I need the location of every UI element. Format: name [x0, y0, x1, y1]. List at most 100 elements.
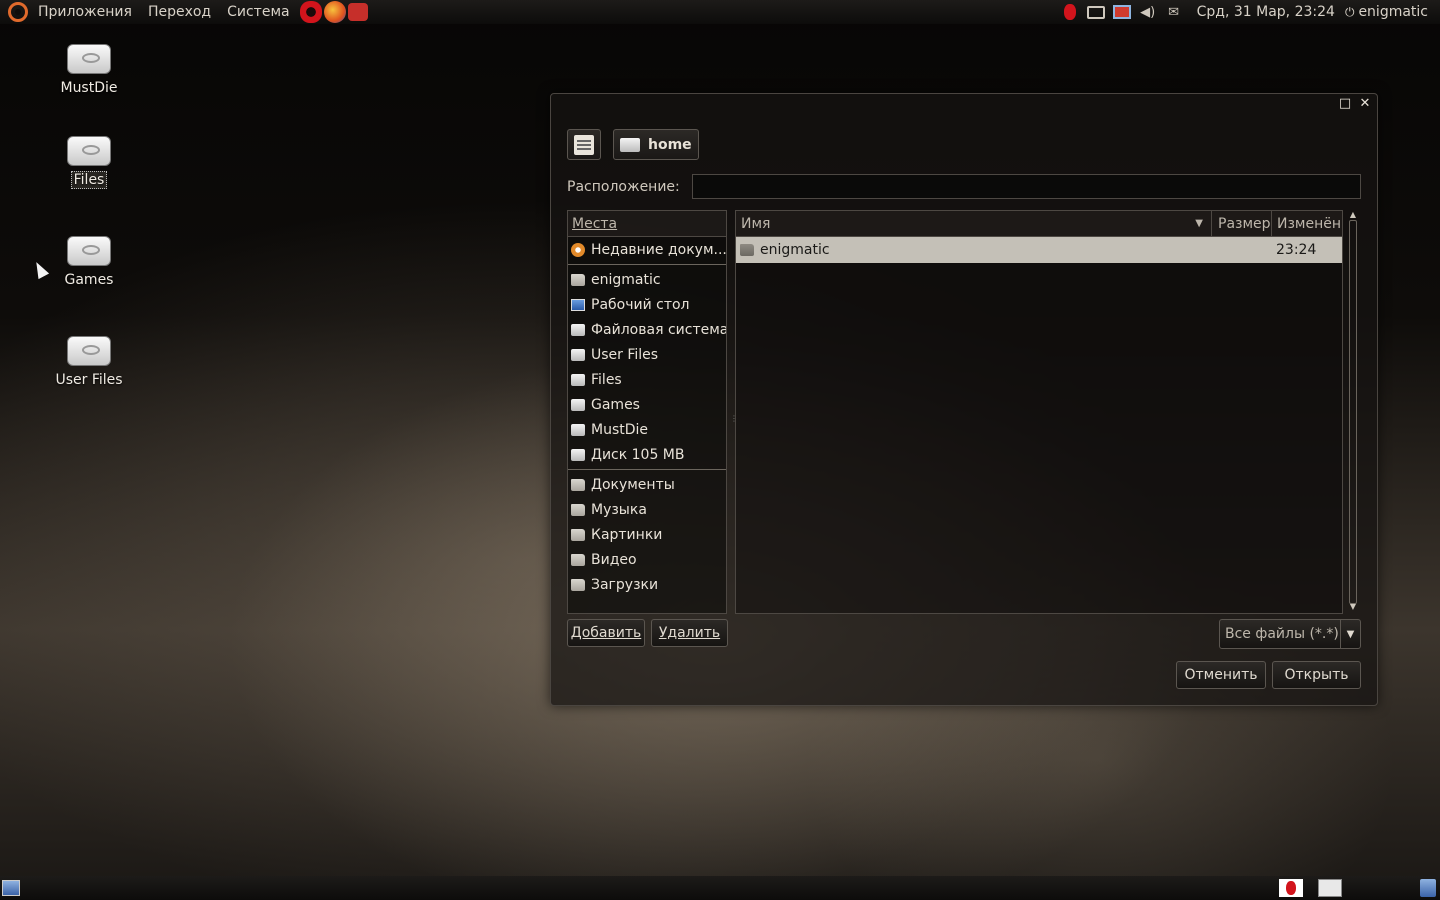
- remove-place-button[interactable]: Удалить: [651, 619, 728, 647]
- place-filesystem[interactable]: Файловая система: [568, 317, 726, 342]
- place-label: Видео: [591, 551, 637, 568]
- window-list-icon[interactable]: [1318, 879, 1342, 897]
- drive-icon: [571, 423, 585, 436]
- place-user-files[interactable]: User Files: [568, 342, 726, 367]
- phone-icon[interactable]: [347, 3, 368, 21]
- place-recent[interactable]: Недавние докум...: [568, 237, 726, 262]
- maximize-icon[interactable]: □: [1337, 96, 1353, 112]
- files-pane: Имя ▼ Размер Изменён enigmatic 23:24: [735, 210, 1343, 614]
- place-label: Файловая система: [591, 321, 726, 338]
- add-place-button[interactable]: Добавить: [567, 619, 645, 647]
- bottom-panel: [0, 876, 1440, 900]
- desktop-icon-files[interactable]: Files: [34, 136, 144, 189]
- opera-taskbar-icon[interactable]: [1279, 879, 1303, 897]
- place-videos[interactable]: Видео: [568, 547, 726, 572]
- location-label: Расположение:: [567, 178, 680, 195]
- place-desktop[interactable]: Рабочий стол: [568, 292, 726, 317]
- folder-icon: [571, 503, 585, 516]
- column-size[interactable]: Размер: [1212, 211, 1272, 236]
- desktop-icon-label: User Files: [55, 372, 123, 388]
- file-name: enigmatic: [760, 242, 830, 258]
- scroll-up-icon[interactable]: ▲: [1346, 210, 1360, 219]
- place-music[interactable]: Музыка: [568, 497, 726, 522]
- folder-icon: [571, 578, 585, 591]
- drive-icon: [571, 323, 585, 336]
- drive-icon: [67, 336, 111, 366]
- place-pictures[interactable]: Картинки: [568, 522, 726, 547]
- menu-system[interactable]: Система: [219, 0, 297, 24]
- menu-places[interactable]: Переход: [140, 0, 219, 24]
- volume-icon[interactable]: ◀): [1137, 4, 1159, 20]
- firefox-icon[interactable]: [323, 1, 346, 23]
- file-name-cell: enigmatic: [736, 242, 1212, 258]
- location-input[interactable]: [691, 174, 1361, 199]
- file-modified-cell: 23:24: [1276, 242, 1317, 258]
- ubuntu-logo-icon[interactable]: [8, 2, 28, 22]
- top-panel: Приложения Переход Система ◀) ✉ Срд, 31 …: [0, 0, 1440, 24]
- column-name[interactable]: Имя ▼: [736, 211, 1212, 236]
- edit-location-button[interactable]: [567, 129, 601, 160]
- files-scrollbar[interactable]: ▲ ▼: [1346, 210, 1360, 614]
- place-home[interactable]: enigmatic: [568, 267, 726, 292]
- file-chooser-dialog: □ ✕ home Расположение: Места Недавние до…: [550, 93, 1378, 706]
- drive-icon: [67, 136, 111, 166]
- desktop-icon-label: Games: [64, 272, 114, 288]
- column-name-label: Имя: [741, 216, 771, 232]
- place-label: Files: [591, 371, 622, 388]
- place-label: Музыка: [591, 501, 647, 518]
- scroll-down-icon[interactable]: ▼: [1346, 602, 1360, 611]
- mail-icon[interactable]: ✉: [1163, 4, 1185, 20]
- place-label: Картинки: [591, 526, 663, 543]
- recent-icon: [571, 242, 585, 257]
- table-row[interactable]: enigmatic 23:24: [736, 237, 1342, 263]
- desktop-icon-label: MustDie: [60, 80, 118, 96]
- close-icon[interactable]: ✕: [1357, 96, 1373, 112]
- drive-icon: [571, 398, 585, 411]
- desktop-icon: [571, 298, 585, 311]
- user-menu[interactable]: ⏻ enigmatic: [1345, 4, 1440, 20]
- place-label: Games: [591, 396, 640, 413]
- open-button[interactable]: Открыть: [1272, 661, 1361, 689]
- places-header[interactable]: Места: [568, 211, 726, 237]
- place-documents[interactable]: Документы: [568, 472, 726, 497]
- trash-icon[interactable]: [1420, 879, 1436, 897]
- clock[interactable]: Срд, 31 Мар, 23:24: [1187, 4, 1345, 20]
- cancel-button[interactable]: Отменить: [1176, 661, 1266, 689]
- folder-icon: [571, 478, 585, 491]
- place-disk-105mb[interactable]: Диск 105 MB: [568, 442, 726, 467]
- sort-down-icon: ▼: [1195, 218, 1203, 229]
- place-label: Диск 105 MB: [591, 446, 685, 463]
- file-filter-select[interactable]: Все файлы (*.*) ▼: [1219, 619, 1361, 649]
- power-icon: ⏻: [1344, 4, 1355, 19]
- place-files[interactable]: Files: [568, 367, 726, 392]
- place-downloads[interactable]: Загрузки: [568, 572, 726, 597]
- place-label: Документы: [591, 476, 675, 493]
- drive-icon: [571, 448, 585, 461]
- desktop-icon-user-files[interactable]: User Files: [34, 336, 144, 388]
- network-icon[interactable]: [1111, 4, 1133, 20]
- desktop-icon-games[interactable]: Games: [34, 236, 144, 288]
- menu-applications[interactable]: Приложения: [30, 0, 140, 24]
- desktop-icon-mustdie[interactable]: MustDie: [34, 44, 144, 96]
- path-home-button[interactable]: home: [613, 129, 699, 160]
- edit-location-icon: [574, 134, 594, 155]
- place-mustdie[interactable]: MustDie: [568, 417, 726, 442]
- drive-icon: [620, 137, 640, 152]
- opera-tray-icon[interactable]: [1059, 4, 1081, 20]
- user-name-label: enigmatic: [1358, 4, 1428, 20]
- places-separator: [568, 264, 726, 265]
- opera-icon[interactable]: [299, 1, 322, 23]
- place-label: MustDie: [591, 421, 649, 438]
- desktop-icon-label: Files: [70, 171, 108, 189]
- place-games[interactable]: Games: [568, 392, 726, 417]
- column-modified[interactable]: Изменён: [1272, 211, 1342, 236]
- places-separator: [568, 469, 726, 470]
- dialog-titlebar[interactable]: □ ✕: [551, 94, 1377, 114]
- show-desktop-icon[interactable]: [2, 880, 20, 896]
- display-icon[interactable]: [1085, 4, 1107, 20]
- folder-icon: [571, 528, 585, 541]
- drive-icon: [571, 373, 585, 386]
- place-label: User Files: [591, 346, 659, 363]
- scrollbar-track[interactable]: [1349, 220, 1357, 604]
- place-label: enigmatic: [591, 271, 661, 288]
